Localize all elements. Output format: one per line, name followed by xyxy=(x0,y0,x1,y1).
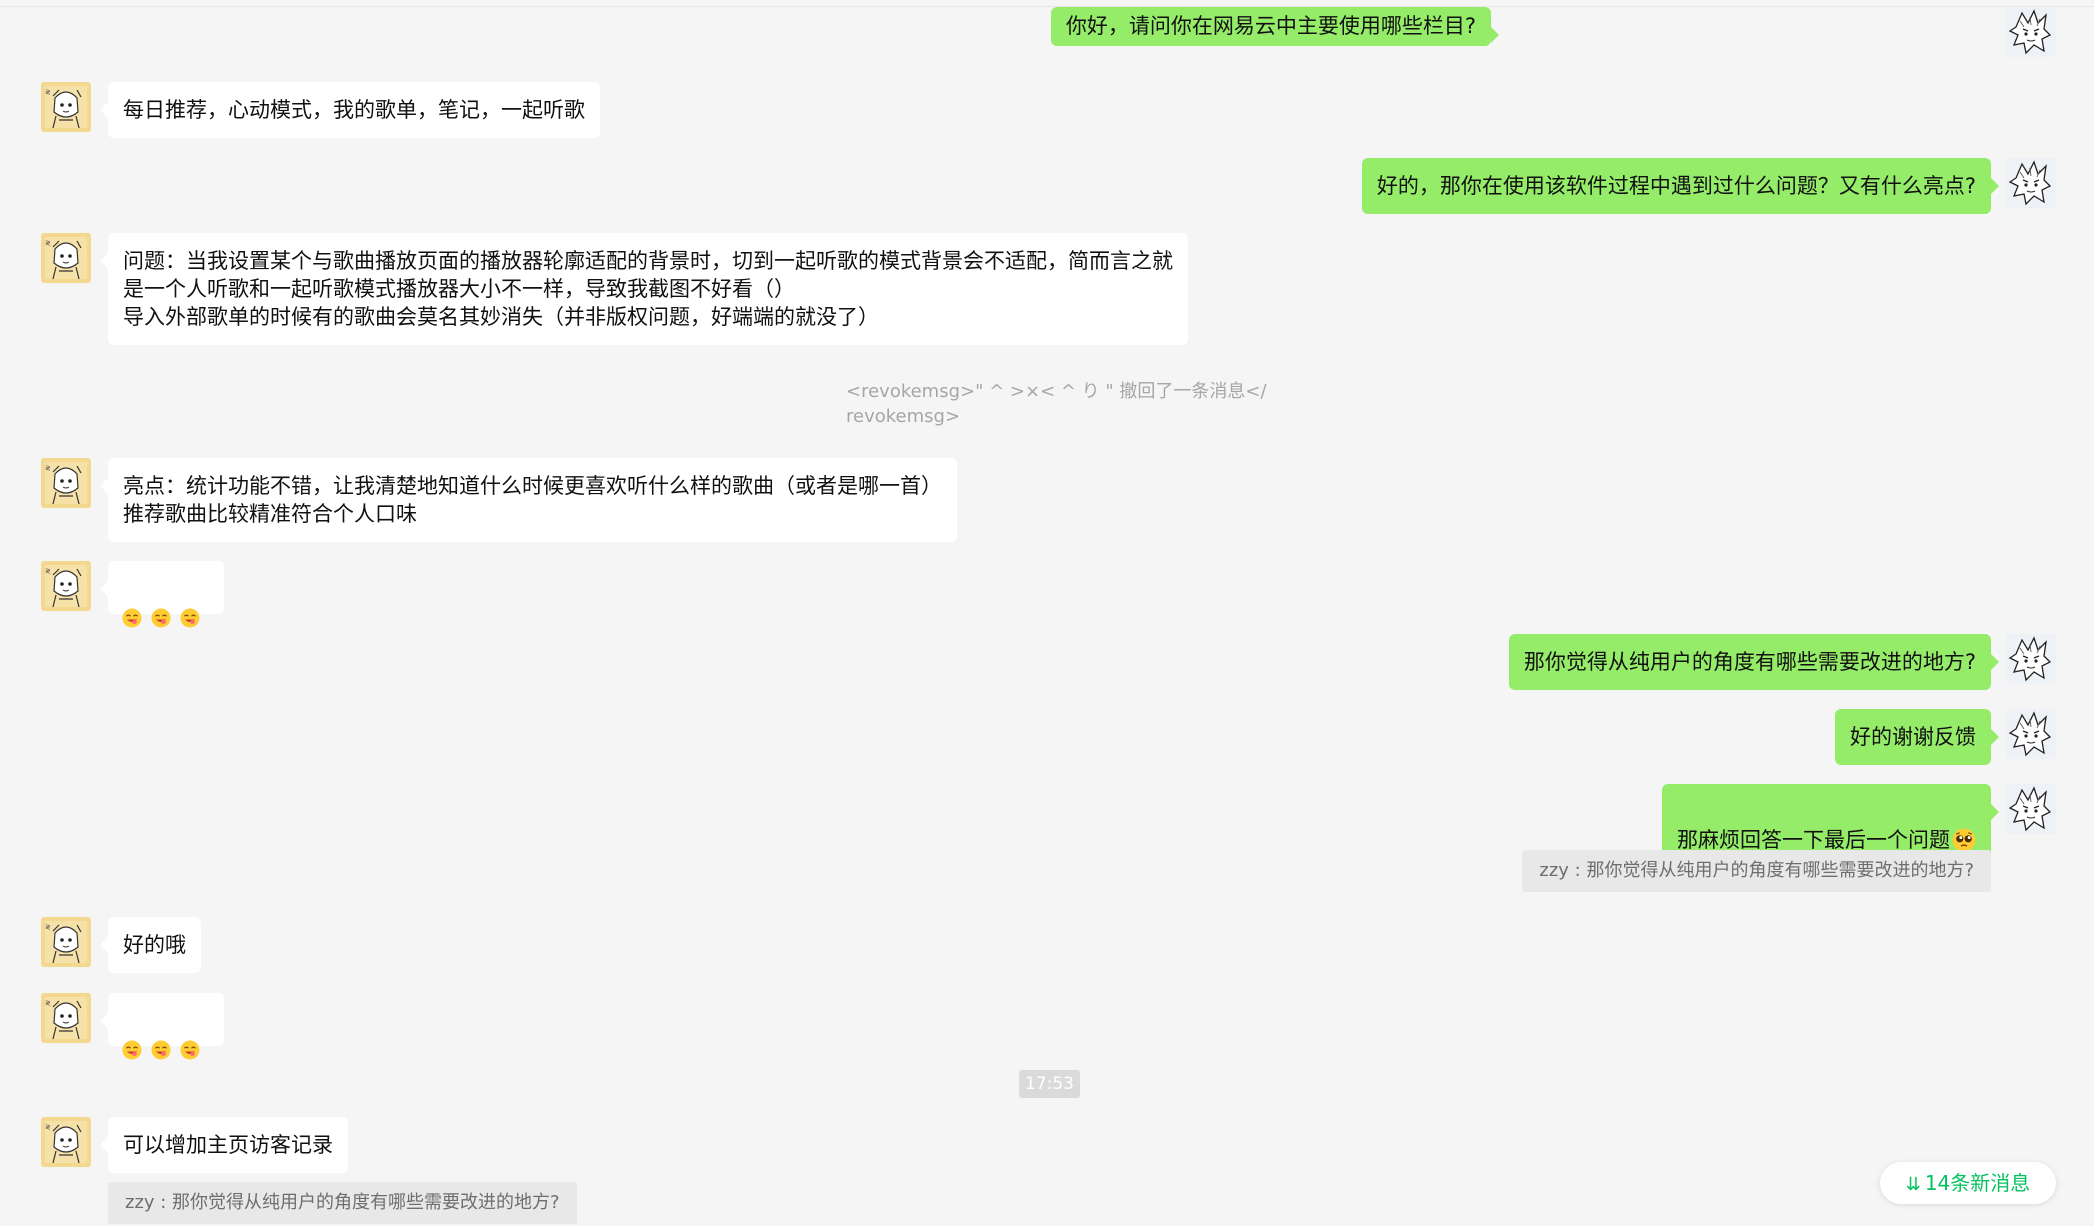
message-bubble-self[interactable]: 那你觉得从纯用户的角度有哪些需要改进的地方? xyxy=(1508,634,2000,690)
yum-emoji-icon xyxy=(122,1040,142,1060)
yum-emoji-icon xyxy=(180,608,200,628)
message-bubble-self[interactable]: 你好，请问你在网易云中主要使用哪些栏目? xyxy=(1050,7,1500,46)
chat-history[interactable]: 你好，请问你在网易云中主要使用哪些栏目? 每日推荐，心动模式，我的歌单，笔记，一… xyxy=(0,0,2094,1226)
self-avatar[interactable] xyxy=(2006,634,2056,684)
self-avatar[interactable] xyxy=(2006,784,2056,834)
message-bubble-contact[interactable]: 每日推荐，心动模式，我的歌单，笔记，一起听歌 xyxy=(100,82,600,138)
message-bubble-contact[interactable]: 好的哦 xyxy=(100,917,201,973)
message-bubble-contact[interactable]: 问题：当我设置某个与歌曲播放页面的播放器轮廓适配的背景时，切到一起听歌的模式背景… xyxy=(100,233,1188,345)
emoji-message-bubble[interactable] xyxy=(100,561,224,614)
contact-avatar[interactable] xyxy=(41,561,91,611)
self-avatar[interactable] xyxy=(2006,158,2056,208)
self-avatar[interactable] xyxy=(2006,709,2056,759)
new-messages-button[interactable]: ⇊ 14条新消息 xyxy=(1880,1162,2056,1204)
self-avatar[interactable] xyxy=(2006,7,2056,57)
contact-avatar[interactable] xyxy=(41,1117,91,1167)
message-bubble-self[interactable]: 好的，那你在使用该软件过程中遇到过什么问题？又有什么亮点? xyxy=(1361,158,2000,214)
message-bubble-contact[interactable]: 亮点：统计功能不错，让我清楚地知道什么时候更喜欢听什么样的歌曲（或者是哪一首） … xyxy=(100,458,957,542)
quoted-message[interactable]: zzy : 那你觉得从纯用户的角度有哪些需要改进的地方? xyxy=(108,1182,577,1224)
contact-avatar[interactable] xyxy=(41,917,91,967)
pleading-face-emoji-icon xyxy=(1952,828,1976,852)
double-chevron-down-icon: ⇊ xyxy=(1905,1174,1921,1195)
timestamp-divider: 17:53 xyxy=(1019,1070,1080,1098)
message-text: 那麻烦回答一下最后一个问题 xyxy=(1677,828,1950,852)
message-bubble-self[interactable]: 好的谢谢反馈 xyxy=(1835,709,1999,765)
contact-avatar[interactable] xyxy=(41,233,91,283)
yum-emoji-icon xyxy=(180,1040,200,1060)
quoted-message[interactable]: zzy : 那你觉得从纯用户的角度有哪些需要改进的地方? xyxy=(1522,850,1991,892)
contact-avatar[interactable] xyxy=(41,993,91,1043)
yum-emoji-icon xyxy=(122,608,142,628)
message-bubble-contact[interactable]: 可以增加主页访客记录 xyxy=(100,1117,348,1173)
contact-avatar[interactable] xyxy=(41,82,91,132)
yum-emoji-icon xyxy=(151,608,171,628)
top-divider xyxy=(0,6,2094,7)
yum-emoji-icon xyxy=(151,1040,171,1060)
new-messages-label: 14条新消息 xyxy=(1924,1171,2031,1195)
contact-avatar[interactable] xyxy=(41,458,91,508)
emoji-message-bubble[interactable] xyxy=(100,993,224,1046)
recall-notice: <revokemsg>" ^ >×< ^ り " 撤回了一条消息</ revok… xyxy=(846,381,1267,427)
